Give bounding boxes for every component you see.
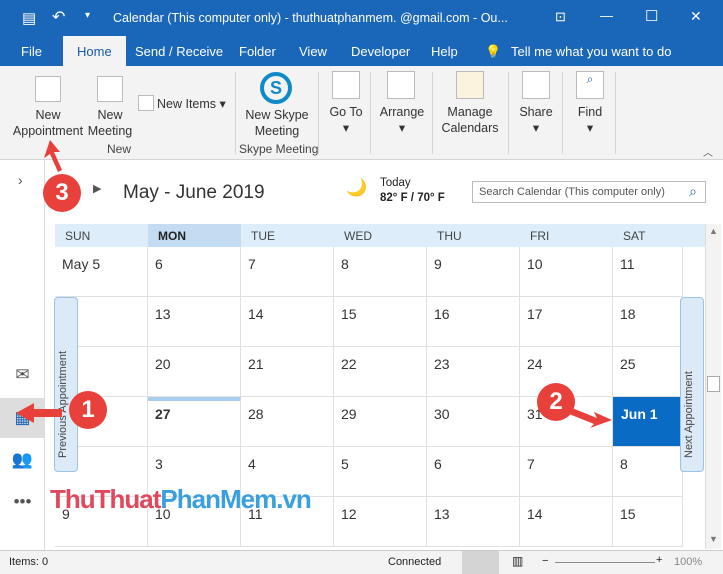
items-count: Items: 0 bbox=[9, 556, 49, 568]
watermark: ThuThuatPhanMem.vn bbox=[50, 484, 312, 515]
arrow-3 bbox=[44, 140, 62, 172]
zoom-slider[interactable] bbox=[555, 562, 655, 563]
zoom-level: 100% bbox=[674, 556, 703, 568]
watermark-part3: .vn bbox=[276, 484, 312, 514]
normal-view-button[interactable] bbox=[462, 551, 499, 574]
watermark-part1: ThuThuat bbox=[50, 484, 161, 514]
annotation-badge-2: 2 bbox=[537, 383, 575, 421]
status-bar: Items: 0 Connected ▥ − + 100% bbox=[0, 550, 723, 574]
arrow-1 bbox=[16, 403, 62, 423]
annotation-badge-3: 3 bbox=[43, 174, 81, 212]
connection-status: Connected bbox=[388, 556, 442, 568]
watermark-part2: PhanMem bbox=[160, 484, 277, 514]
annotation-badge-1: 1 bbox=[69, 391, 107, 429]
zoom-out-button[interactable]: − bbox=[542, 555, 548, 567]
arrow-2 bbox=[569, 408, 612, 428]
reading-view-button[interactable]: ▥ bbox=[512, 554, 523, 568]
zoom-in-button[interactable]: + bbox=[656, 554, 662, 566]
